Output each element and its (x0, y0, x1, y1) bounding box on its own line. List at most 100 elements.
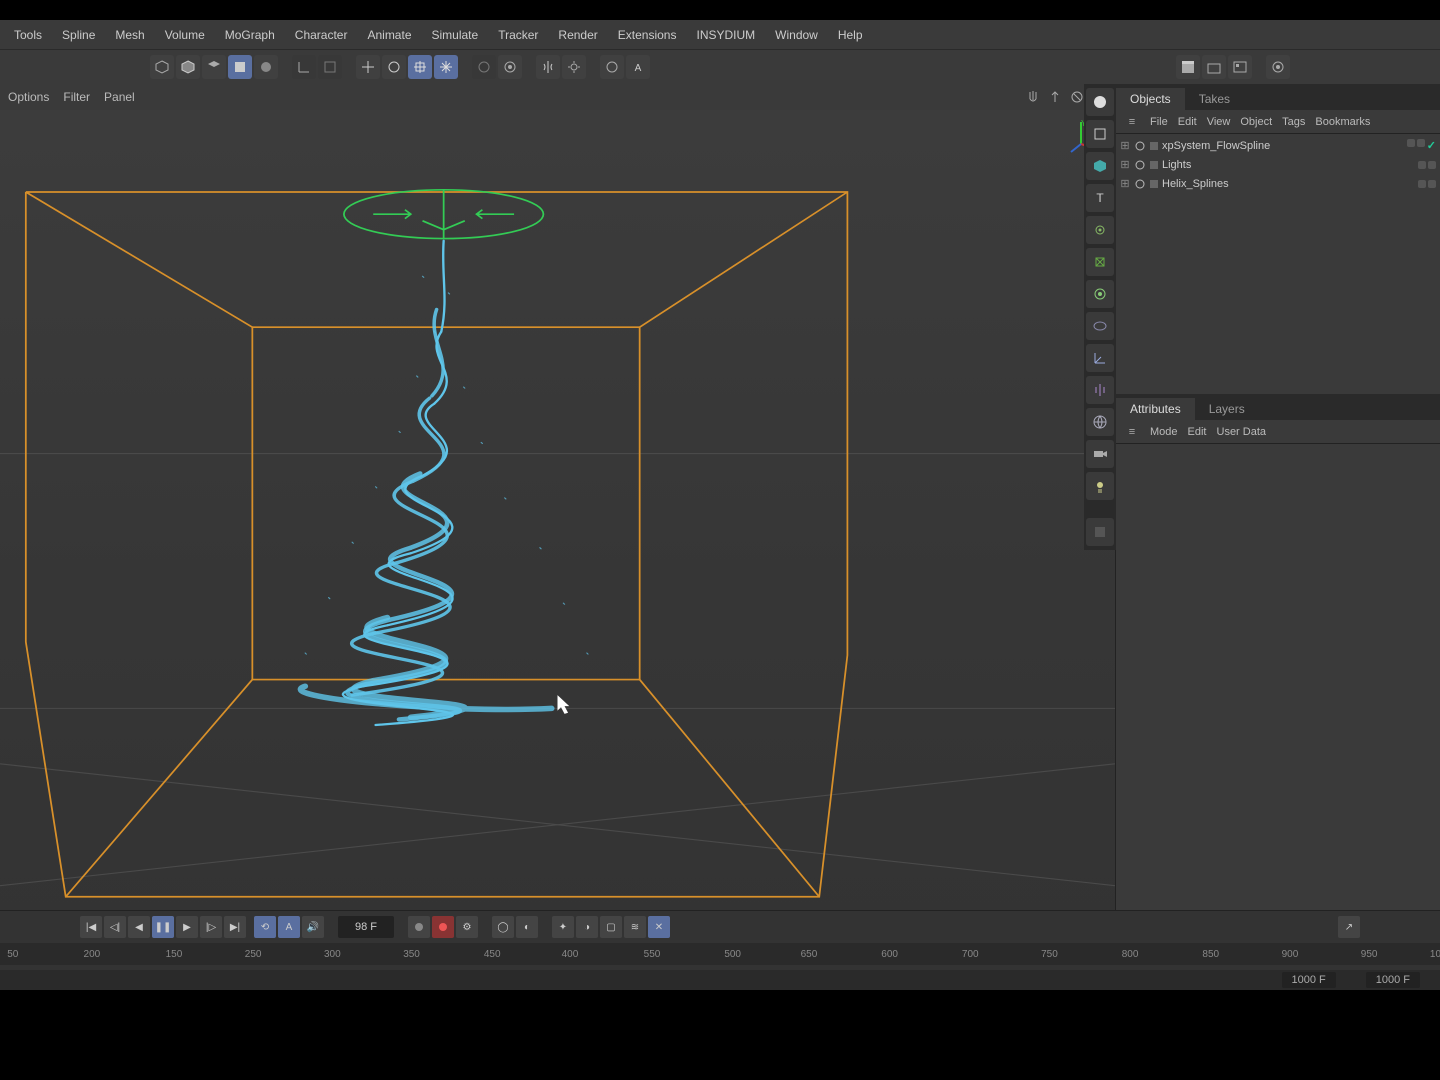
mirror-mode-icon[interactable] (1086, 376, 1114, 404)
loop-button[interactable]: ⟲ (254, 916, 276, 938)
edge-mode-icon[interactable] (1086, 248, 1114, 276)
view-mode-2-button[interactable] (176, 55, 200, 79)
vis-dot[interactable] (1418, 161, 1426, 169)
expand-icon[interactable]: ⊞ (1120, 177, 1130, 190)
menu-animate[interactable]: Animate (357, 22, 421, 48)
view-mode-4-button[interactable] (228, 55, 252, 79)
layer-swatch[interactable] (1150, 180, 1158, 188)
key-all-button[interactable]: ≋ (624, 916, 646, 938)
menu-spline[interactable]: Spline (52, 22, 105, 48)
status-frame-b[interactable]: 1000 F (1366, 972, 1420, 988)
expand-icon[interactable]: ⊞ (1120, 139, 1130, 152)
go-start-button[interactable]: |◀ (80, 916, 102, 938)
world-button[interactable] (600, 55, 624, 79)
key-pla-button[interactable]: ◑ (576, 916, 598, 938)
attr-edit[interactable]: Edit (1188, 426, 1207, 438)
obj-name[interactable]: Helix_Splines (1162, 178, 1229, 190)
vp-options[interactable]: Options (8, 90, 49, 104)
tree-row[interactable]: ⊞ xpSystem_FlowSpline ✓ (1116, 136, 1440, 155)
menu-window[interactable]: Window (765, 22, 828, 48)
symmetry-button[interactable] (536, 55, 560, 79)
obj-view[interactable]: View (1207, 116, 1231, 128)
menu-help[interactable]: Help (828, 22, 873, 48)
prev-key-button[interactable]: ◁| (104, 916, 126, 938)
move-tool-button[interactable] (356, 55, 380, 79)
enable-check-icon[interactable]: ✓ (1427, 139, 1436, 152)
axis-mode-icon[interactable] (1086, 344, 1114, 372)
record-button[interactable] (408, 916, 430, 938)
scale-tool-button[interactable] (408, 55, 432, 79)
point-mode-icon[interactable] (1086, 216, 1114, 244)
render-dot[interactable] (1428, 180, 1436, 188)
attr-userdata[interactable]: User Data (1217, 426, 1267, 438)
tree-row[interactable]: ⊞ Helix_Splines (1116, 174, 1440, 193)
model-mode-icon[interactable] (1086, 88, 1114, 116)
key-settings-button[interactable]: ⚙ (456, 916, 478, 938)
expand-icon[interactable]: ⊞ (1120, 158, 1130, 171)
render-queue-button[interactable] (1266, 55, 1290, 79)
picture-viewer-button[interactable] (1228, 55, 1252, 79)
menu-mesh[interactable]: Mesh (105, 22, 154, 48)
menu-character[interactable]: Character (285, 22, 358, 48)
next-key-button[interactable]: |▷ (200, 916, 222, 938)
cube-mode-icon[interactable] (1086, 152, 1114, 180)
orbit-icon[interactable] (1069, 89, 1085, 105)
key-pos-button[interactable]: ◯ (492, 916, 514, 938)
render-settings-button[interactable] (1202, 55, 1226, 79)
go-end-button[interactable]: ▶| (224, 916, 246, 938)
world-mode-icon[interactable] (1086, 408, 1114, 436)
pan-icon[interactable] (1025, 89, 1041, 105)
key-param-button[interactable]: ▢ (600, 916, 622, 938)
play-button[interactable]: ▶ (176, 916, 198, 938)
view-mode-3-button[interactable] (202, 55, 226, 79)
obj-name[interactable]: Lights (1162, 159, 1191, 171)
render-dot[interactable] (1417, 139, 1425, 147)
menu-render[interactable]: Render (548, 22, 607, 48)
menu-insydium[interactable]: INSYDIUM (686, 22, 765, 48)
rect-mode-icon[interactable] (1086, 120, 1114, 148)
auto-key-button[interactable]: A (278, 916, 300, 938)
autokey-record-button[interactable] (432, 916, 454, 938)
tab-takes[interactable]: Takes (1185, 88, 1244, 110)
menu-tools[interactable]: Tools (4, 22, 52, 48)
menu-mograph[interactable]: MoGraph (215, 22, 285, 48)
viewport[interactable]: Y X (0, 110, 1115, 930)
timeline-expand-button[interactable]: ↗ (1338, 916, 1360, 938)
vis-dot[interactable] (1407, 139, 1415, 147)
snap-1-button[interactable] (472, 55, 496, 79)
poly-mode-icon[interactable] (1086, 280, 1114, 308)
zoom-icon[interactable] (1047, 89, 1063, 105)
obj-object[interactable]: Object (1240, 116, 1272, 128)
attr-mode[interactable]: Mode (1150, 426, 1178, 438)
obj-bookmarks[interactable]: Bookmarks (1315, 116, 1370, 128)
text-mode-icon[interactable]: T (1086, 184, 1114, 212)
menu-volume[interactable]: Volume (155, 22, 215, 48)
tab-layers[interactable]: Layers (1195, 398, 1259, 420)
transform-tool-button[interactable] (434, 55, 458, 79)
prev-frame-button[interactable]: ◀ (128, 916, 150, 938)
layer-swatch[interactable] (1150, 161, 1158, 169)
key-rot-button[interactable]: ◐ (516, 916, 538, 938)
obj-name[interactable]: xpSystem_FlowSpline (1162, 140, 1270, 152)
tab-objects[interactable]: Objects (1116, 88, 1185, 110)
vp-filter[interactable]: Filter (63, 90, 90, 104)
view-mode-5-button[interactable] (254, 55, 278, 79)
key-sca-button[interactable]: ✦ (552, 916, 574, 938)
vis-dot[interactable] (1418, 180, 1426, 188)
menu-simulate[interactable]: Simulate (422, 22, 489, 48)
list-icon[interactable]: ≡ (1124, 424, 1140, 440)
tree-row[interactable]: ⊞ Lights (1116, 155, 1440, 174)
timeline-ruler[interactable]: 5020015025030035045040055050065060070075… (0, 943, 1440, 965)
settings-button[interactable] (562, 55, 586, 79)
menu-extensions[interactable]: Extensions (608, 22, 687, 48)
sound-button[interactable]: 🔊 (302, 916, 324, 938)
layer-swatch[interactable] (1150, 142, 1158, 150)
rotate-tool-button[interactable] (382, 55, 406, 79)
list-icon[interactable]: ≡ (1124, 114, 1140, 130)
obj-tags[interactable]: Tags (1282, 116, 1305, 128)
obj-edit[interactable]: Edit (1178, 116, 1197, 128)
vp-panel[interactable]: Panel (104, 90, 135, 104)
current-frame-field[interactable]: 98 F (338, 916, 394, 938)
axis-mode-button[interactable] (292, 55, 316, 79)
uv-mode-icon[interactable] (1086, 312, 1114, 340)
